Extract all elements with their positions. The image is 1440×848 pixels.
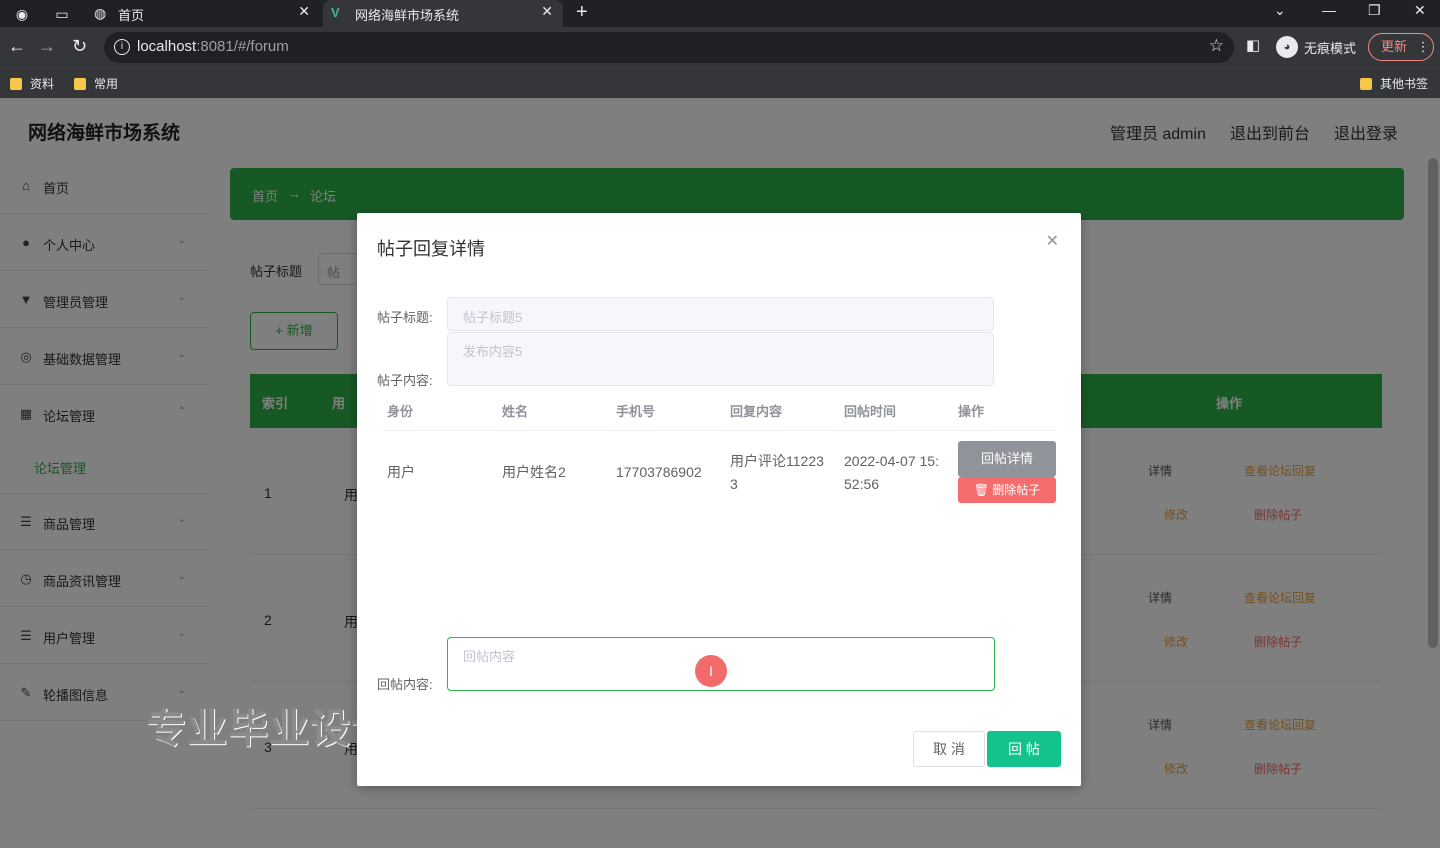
incognito-icon: ◕	[1276, 36, 1298, 58]
tab-search-icon[interactable]: ▭	[52, 4, 72, 24]
close-icon[interactable]: ✕	[1046, 231, 1059, 251]
reply-detail-button[interactable]: 回帖详情	[958, 441, 1056, 477]
chrome-menu-icon[interactable]: ◉	[12, 4, 32, 24]
minimize-icon[interactable]: —	[1322, 2, 1336, 18]
close-window-icon[interactable]: ✕	[1414, 2, 1426, 19]
reply-time: 2022-04-07 15:52:56	[844, 453, 939, 492]
more-menu-icon: ⋮	[1416, 39, 1430, 54]
url-text: localhost:8081/#/forum	[137, 38, 289, 55]
close-tab-icon[interactable]: ✕	[298, 3, 310, 20]
folder-icon	[74, 77, 86, 90]
other-bookmarks[interactable]: 其他书签	[1360, 75, 1428, 92]
header-actions: 操作	[958, 404, 985, 419]
post-title-field: 帖子标题5	[447, 297, 994, 331]
folder-icon	[1360, 77, 1372, 90]
cancel-button[interactable]: 取 消	[913, 731, 985, 767]
bookmarks-bar: 资料 常用 其他书签	[0, 68, 1440, 98]
site-info-icon[interactable]: i	[114, 39, 130, 55]
post-title-label: 帖子标题:	[377, 310, 433, 325]
globe-icon: ◍	[94, 5, 107, 21]
browser-tab-home[interactable]: ◍ 首页 ✕	[86, 0, 320, 27]
reply-input-label: 回帖内容:	[377, 677, 433, 692]
new-tab-icon[interactable]: +	[576, 1, 588, 24]
update-button[interactable]: 更新 ⋮	[1368, 33, 1434, 61]
reply-content: 用户评论112233	[730, 453, 824, 492]
back-icon[interactable]: ←	[8, 36, 26, 57]
browser-tab-app[interactable]: V 网络海鲜市场系统 ✕	[323, 0, 563, 27]
address-bar[interactable]: i localhost:8081/#/forum ☆	[104, 32, 1234, 63]
text-cursor-icon: I	[695, 655, 727, 687]
tab-title: 首页	[118, 8, 145, 23]
submit-reply-button[interactable]: 回 帖	[987, 731, 1061, 767]
header-name: 姓名	[502, 404, 529, 419]
reply-row: 用户 用户姓名2 17703786902 用户评论112233 2022-04-…	[383, 431, 1056, 517]
bookmark-star-icon[interactable]: ☆	[1209, 36, 1224, 56]
header-content: 回复内容	[730, 404, 783, 419]
reload-icon[interactable]: ↻	[72, 36, 87, 57]
bookmark-folder-ziliao[interactable]: 资料	[10, 75, 54, 92]
tab-list-icon[interactable]: ⌄	[1274, 2, 1286, 19]
delete-post-button[interactable]: 🗑 删除帖子	[958, 477, 1056, 503]
post-content-label: 帖子内容:	[377, 373, 433, 388]
incognito-indicator[interactable]: ◕ 无痕模式	[1276, 33, 1356, 61]
reply-table-header: 身份 姓名 手机号 回复内容 回帖时间 操作	[383, 389, 1055, 431]
post-content-field: 发布内容5	[447, 332, 994, 386]
reply-phone: 17703786902	[616, 464, 702, 480]
header-identity: 身份	[387, 404, 414, 419]
folder-icon	[10, 77, 22, 90]
vue-logo-icon: V	[331, 5, 340, 20]
bookmark-folder-changyong[interactable]: 常用	[74, 75, 118, 92]
reply-name: 用户姓名2	[502, 464, 566, 480]
header-phone: 手机号	[616, 404, 656, 419]
forward-icon[interactable]: →	[38, 36, 56, 57]
close-tab-icon[interactable]: ✕	[541, 3, 553, 20]
incognito-label: 无痕模式	[1304, 40, 1357, 56]
tab-title: 网络海鲜市场系统	[355, 8, 460, 23]
restore-icon[interactable]: ❐	[1368, 2, 1381, 19]
reply-detail-dialog: 帖子回复详情 ✕ 帖子标题: 帖子标题5 帖子内容: 发布内容5 身份 姓名 手…	[357, 213, 1081, 786]
side-panel-icon[interactable]: ◧	[1246, 36, 1260, 54]
header-time: 回帖时间	[844, 404, 897, 419]
dialog-title: 帖子回复详情	[377, 239, 485, 259]
browser-toolbar: ← → ↻ i localhost:8081/#/forum ☆ ◧ ◕ 无痕模…	[0, 27, 1440, 68]
browser-tab-bar: ◉ ▭ ◍ 首页 ✕ V 网络海鲜市场系统 ✕ + ⌄ — ❐ ✕	[0, 0, 1440, 27]
reply-identity: 用户	[387, 464, 415, 480]
trash-icon: 🗑	[973, 483, 993, 497]
